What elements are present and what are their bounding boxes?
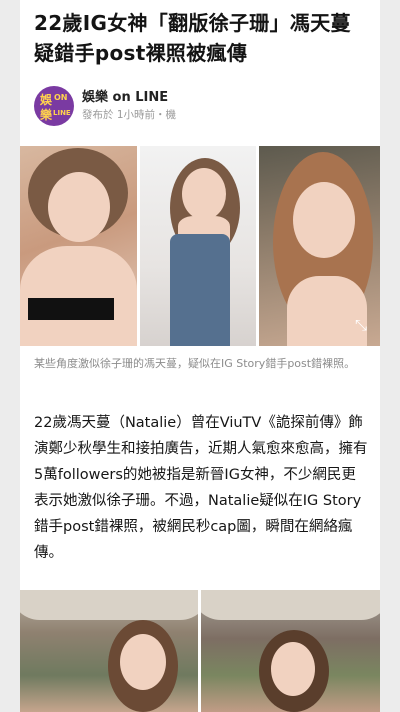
- article-card: 22歲IG女神「翻版徐子珊」馮天蔓疑錯手post裸照被瘋傳 娛 ON 樂 LIN…: [20, 0, 380, 712]
- image-gallery[interactable]: ⤡: [20, 146, 380, 346]
- image-gallery-2[interactable]: [20, 590, 380, 712]
- publish-time: 發布於 1小時前・機: [82, 109, 177, 121]
- logo-char: LINE: [53, 109, 71, 117]
- gallery-photo[interactable]: [20, 146, 137, 346]
- publisher-name[interactable]: 娛樂 on LINE: [82, 89, 176, 107]
- gallery-photo[interactable]: [201, 590, 380, 712]
- logo-char: ON: [54, 93, 68, 102]
- figure-clothing: [170, 234, 230, 346]
- article-body: 22歲馮天蔓（Natalie）曾在ViuTV《詭探前傳》飾演鄭少秋學生和接拍廣告…: [34, 415, 368, 561]
- expand-icon[interactable]: ⤡: [352, 316, 370, 334]
- image-caption: 某些角度激似徐子珊的馮天蔓，疑似在IG Story錯手post錯裸照。: [34, 357, 356, 370]
- gallery-photo[interactable]: [20, 590, 198, 712]
- publisher-info: 娛樂 on LINE 發布於 1小時前・機: [82, 89, 176, 123]
- gallery-photo[interactable]: ⤡: [259, 146, 380, 346]
- publisher-row[interactable]: 娛 ON 樂 LINE 娛樂 on LINE 發布於 1小時前・機: [34, 84, 380, 128]
- gallery-photo[interactable]: [140, 146, 256, 346]
- censor-bar: [28, 298, 114, 320]
- article-title: 22歲IG女神「翻版徐子珊」馮天蔓疑錯手post裸照被瘋傳: [34, 11, 351, 65]
- publisher-logo[interactable]: 娛 ON 樂 LINE: [34, 86, 74, 126]
- logo-char: 樂: [40, 108, 53, 122]
